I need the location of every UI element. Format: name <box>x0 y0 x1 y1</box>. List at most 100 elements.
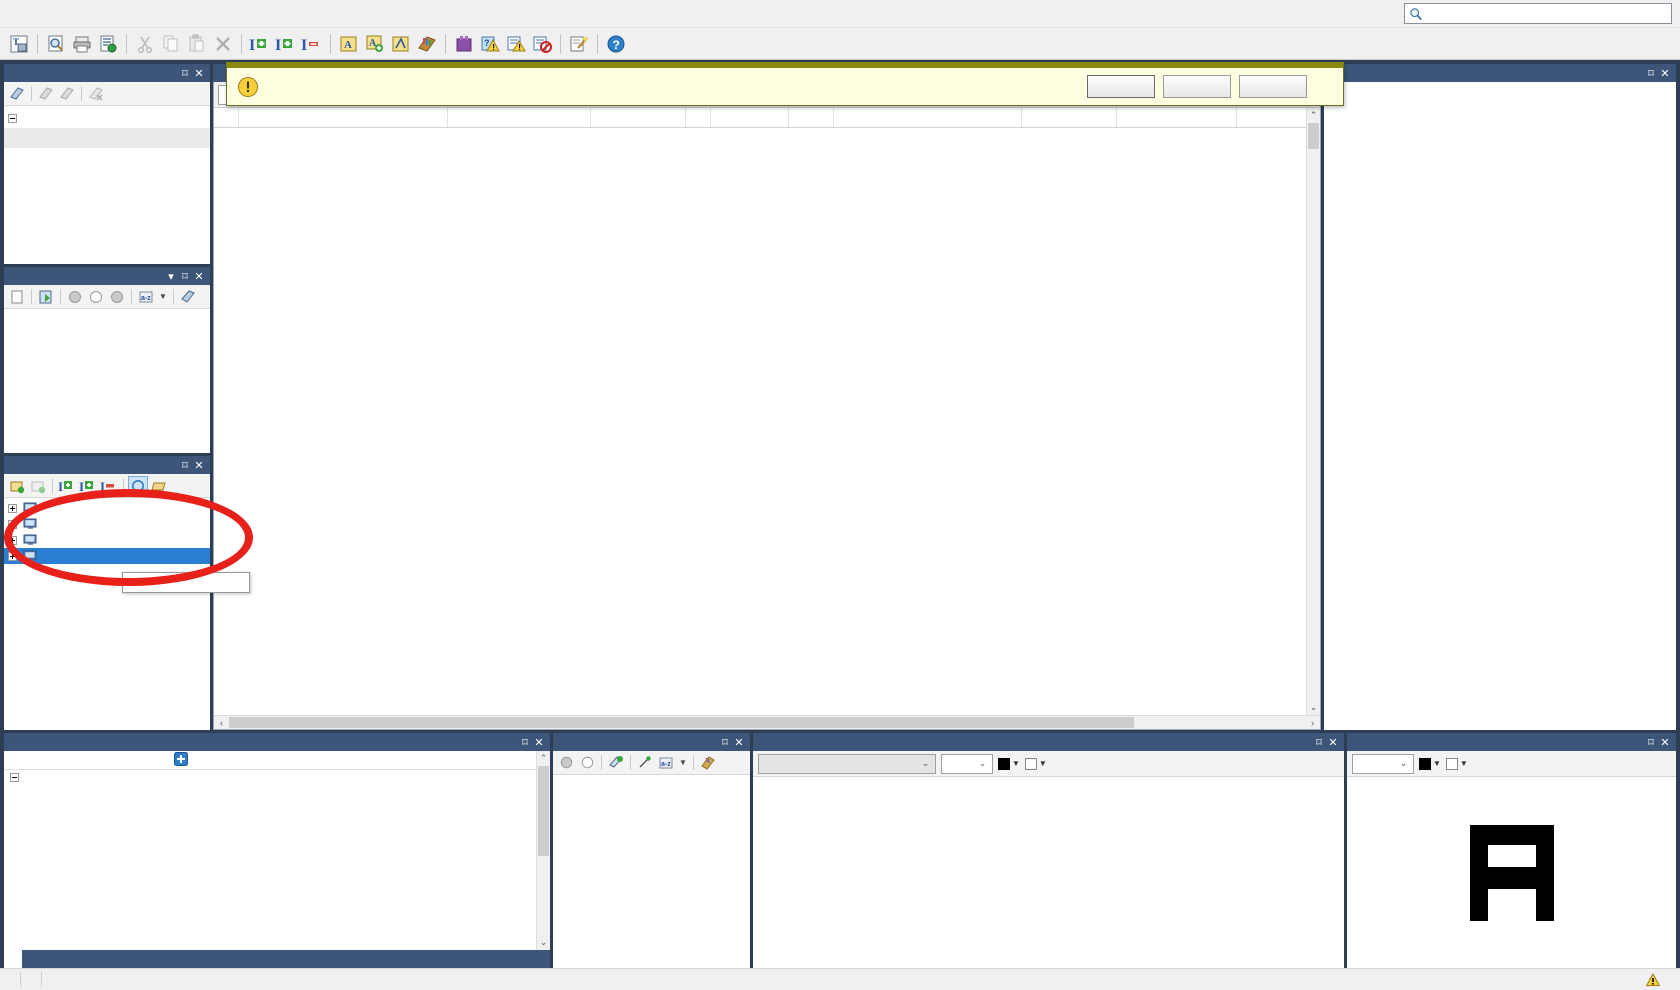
edit-view-icon[interactable] <box>57 84 77 104</box>
menu-view[interactable] <box>52 10 74 18</box>
view-icon[interactable] <box>7 84 27 104</box>
add-font-group-icon[interactable]: I <box>78 476 98 496</box>
status-issues[interactable] <box>1646 972 1674 987</box>
tag-color-icon[interactable] <box>698 753 718 773</box>
close-icon[interactable]: ✕ <box>1326 736 1340 749</box>
chevron-down-icon[interactable]: ▼ <box>1012 759 1020 768</box>
group-icon[interactable] <box>451 31 477 57</box>
chevron-down-icon[interactable]: ⌄ <box>1396 758 1411 769</box>
new-group-icon[interactable] <box>7 476 27 496</box>
activate-add-icon[interactable]: A <box>362 31 388 57</box>
remove-font-icon[interactable]: I <box>99 476 119 496</box>
print-preview-icon[interactable] <box>43 31 69 57</box>
scroll-thumb[interactable] <box>1308 123 1319 149</box>
font-problems-icon[interactable]: ?! <box>477 31 503 57</box>
new-tag-icon[interactable] <box>606 753 626 773</box>
ignore-button[interactable] <box>1239 75 1307 98</box>
scroll-right-icon[interactable]: › <box>1305 718 1320 728</box>
wizard-icon[interactable] <box>566 31 592 57</box>
scroll-down-icon[interactable]: ⌄ <box>1310 700 1318 715</box>
report-warning-icon[interactable]: ! <box>503 31 529 57</box>
scroll-up-icon[interactable]: ⌃ <box>540 751 548 766</box>
collapse-icon[interactable] <box>8 113 17 123</box>
chevron-down-icon[interactable]: ⌄ <box>918 758 933 769</box>
sample-foreground-color-picker[interactable]: ▼ <box>998 757 1020 770</box>
tab-font-integrity[interactable] <box>22 950 40 968</box>
column-header-tags[interactable] <box>1117 108 1237 127</box>
pin-icon[interactable]: ⌑ <box>1312 736 1326 749</box>
column-header-state[interactable] <box>214 108 239 127</box>
chevron-down-icon[interactable]: ▾ <box>164 270 178 283</box>
new-subgroup-icon[interactable] <box>28 476 48 496</box>
scroll-thumb[interactable] <box>538 766 549 856</box>
delete-icon[interactable] <box>210 31 236 57</box>
font-list-horizontal-scrollbar[interactable]: ‹ › <box>214 715 1320 729</box>
sidebar-item-unrated-fonts[interactable] <box>4 228 210 248</box>
scroll-track[interactable] <box>1308 123 1319 700</box>
zoom-background-color-picker[interactable]: ▼ <box>1445 757 1468 770</box>
group-item-bajadas-varias[interactable] <box>4 500 210 516</box>
chevron-down-icon[interactable]: ▼ <box>1039 759 1047 768</box>
column-header-type[interactable] <box>686 108 711 127</box>
menu-library[interactable] <box>74 10 96 18</box>
column-header-foundry[interactable] <box>834 108 1022 127</box>
sidebar-item-active-fonts[interactable] <box>4 128 210 148</box>
pin-icon[interactable]: ⌑ <box>1644 736 1658 749</box>
scroll-thumb[interactable] <box>229 717 1134 728</box>
menu-help[interactable] <box>118 10 140 18</box>
print-icon[interactable] <box>69 31 95 57</box>
chevron-down-icon[interactable]: ▼ <box>1460 759 1468 768</box>
scroll-down-icon[interactable]: ⌄ <box>540 935 548 950</box>
match-any-icon[interactable] <box>107 287 127 307</box>
tab-font-information[interactable] <box>4 950 22 968</box>
menu-edit[interactable] <box>30 10 52 18</box>
close-icon[interactable]: ✕ <box>1658 736 1672 749</box>
deactivate-fonts-icon[interactable] <box>388 31 414 57</box>
column-header-characters[interactable] <box>711 108 789 127</box>
new-library-icon[interactable]: T <box>6 31 32 57</box>
menu-tools[interactable] <box>96 10 118 18</box>
sidebar-item-untagged-fonts[interactable] <box>4 248 210 264</box>
close-icon[interactable]: ✕ <box>192 67 206 80</box>
report-blocked-icon[interactable] <box>529 31 555 57</box>
column-header-preview[interactable] <box>239 108 448 127</box>
tag-icon[interactable] <box>178 287 198 307</box>
activate-fonts-icon[interactable]: A <box>336 31 362 57</box>
pin-icon[interactable]: ⌑ <box>718 736 732 749</box>
close-icon[interactable]: ✕ <box>532 736 546 749</box>
close-icon[interactable]: ✕ <box>1658 67 1672 80</box>
font-information-scrollbar[interactable]: ⌃ ⌄ <box>536 751 550 950</box>
new-tag-icon[interactable] <box>7 287 27 307</box>
remove-fonts-icon[interactable]: I <box>299 31 325 57</box>
sample-background-color-picker[interactable]: ▼ <box>1024 757 1047 770</box>
tree-root-predefined-views[interactable] <box>4 108 210 128</box>
sample-text-combo[interactable]: ⌄ <box>758 753 936 774</box>
delete-view-icon[interactable] <box>86 84 106 104</box>
font-catalog-icon[interactable] <box>414 31 440 57</box>
chevron-down-icon[interactable]: ⌄ <box>975 758 990 769</box>
sample-size-combo[interactable]: ⌄ <box>941 753 993 774</box>
sort-az-icon[interactable]: a-z <box>136 287 156 307</box>
pin-icon[interactable]: ⌑ <box>518 736 532 749</box>
cut-icon[interactable] <box>132 31 158 57</box>
paste-icon[interactable] <box>184 31 210 57</box>
print-view-icon[interactable] <box>36 84 56 104</box>
expand-icon[interactable] <box>8 519 17 529</box>
open-folder-icon[interactable] <box>149 476 169 496</box>
add-fonts-icon[interactable]: I <box>247 31 273 57</box>
expand-icon[interactable] <box>8 551 17 561</box>
scroll-track[interactable] <box>538 766 549 935</box>
fix-now-button[interactable] <box>1087 75 1155 98</box>
column-header-version[interactable] <box>789 108 834 127</box>
refresh-group-icon[interactable] <box>128 475 148 496</box>
scroll-track[interactable] <box>229 717 1305 728</box>
collapse-icon[interactable] <box>10 773 19 782</box>
group-item-fuentes-bajadas-selected[interactable] <box>4 548 210 564</box>
add-font-icon[interactable]: I <box>57 476 77 496</box>
column-header-family[interactable] <box>448 108 591 127</box>
toggle-tag-icon[interactable] <box>635 753 655 773</box>
settings-button[interactable] <box>1163 75 1231 98</box>
close-icon[interactable]: ✕ <box>732 736 746 749</box>
select-all-icon[interactable] <box>556 753 576 773</box>
match-none-icon[interactable] <box>86 287 106 307</box>
